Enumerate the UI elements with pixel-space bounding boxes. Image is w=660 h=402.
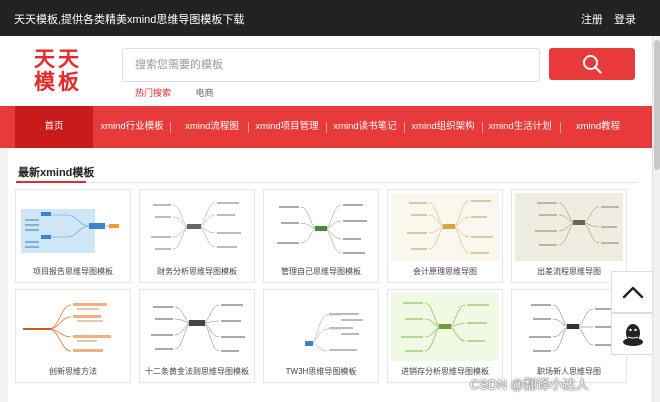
template-card[interactable]: 十二条黄金法则思维导图模板	[139, 289, 255, 383]
nav-item-project[interactable]: xmind项目管理	[250, 106, 324, 148]
scrollbar-thumb[interactable]	[654, 40, 660, 170]
template-title: 项目报告思维导图模板	[33, 267, 113, 276]
nav-divider	[326, 122, 327, 133]
template-title: 十二条黄金法则思维导图模板	[145, 367, 249, 376]
nav-divider	[248, 122, 249, 133]
template-title: 会计原理思维导图	[413, 267, 477, 276]
arrow-up-icon	[622, 286, 644, 299]
hot-search-item[interactable]: 电商	[196, 88, 214, 98]
nav-item-reading[interactable]: xmind读书笔记	[328, 106, 402, 148]
template-title: 财务分析思维导图模板	[157, 267, 237, 276]
qq-contact-button[interactable]	[611, 313, 653, 355]
search-icon	[583, 55, 602, 74]
nav-item-industry[interactable]: xmind行业模板	[96, 106, 168, 148]
template-thumbnail	[143, 293, 251, 361]
logo-line-1: 天天	[34, 47, 82, 71]
template-thumbnail	[267, 293, 375, 361]
content-panel: 最新xmind模板 项目报告思维导图模板 财务分析思维导图模板 管理自己思维导图…	[8, 148, 652, 402]
template-thumbnail	[515, 193, 623, 261]
hot-search-label: 热门搜索	[135, 88, 172, 98]
nav-divider	[170, 122, 171, 133]
main-nav: 首页 xmind行业模板 xmind流程图 xmind项目管理 xmind读书笔…	[0, 106, 652, 148]
template-title: 创新思维方法	[49, 367, 97, 376]
template-thumbnail	[391, 193, 499, 261]
template-thumbnail	[515, 293, 623, 361]
nav-item-flowchart[interactable]: xmind流程图	[172, 106, 252, 148]
register-link[interactable]: 注册	[581, 14, 603, 26]
template-card[interactable]: 进销存分析思维导图模板	[387, 289, 503, 383]
template-title: 出差流程思维导图	[537, 267, 601, 276]
qq-icon	[623, 324, 643, 346]
top-bar: 天天模板,提供各类精美xmind思维导图模板下载 注册 登录	[0, 0, 660, 36]
template-thumbnail	[391, 293, 499, 361]
hot-searches: 热门搜索 电商	[135, 86, 214, 99]
site-tagline: 天天模板,提供各类精美xmind思维导图模板下载	[14, 14, 245, 26]
section-title: 最新xmind模板	[18, 167, 95, 179]
template-card[interactable]: 会计原理思维导图	[387, 189, 503, 283]
back-to-top-button[interactable]	[611, 271, 653, 313]
template-card[interactable]: 管理自己思维导图模板	[263, 189, 379, 283]
search-placeholder: 搜索您需要的模板	[135, 59, 223, 71]
template-card[interactable]: 项目报告思维导图模板	[15, 189, 131, 283]
template-card[interactable]: 职场新人思维导图	[511, 289, 627, 383]
template-thumbnail	[19, 293, 127, 361]
logo-line-2: 模板	[34, 70, 82, 94]
nav-item-home[interactable]: 首页	[15, 106, 93, 148]
watermark: CSDN @翻译小达人	[470, 377, 589, 392]
template-card[interactable]: 创新思维方法	[15, 289, 131, 383]
login-link[interactable]: 登录	[614, 14, 636, 26]
account-links: 注册 登录	[573, 11, 636, 27]
template-card[interactable]: 出差流程思维导图	[511, 189, 627, 283]
template-card[interactable]: TW3H思维导图模板	[263, 289, 379, 383]
search-button[interactable]	[549, 48, 635, 80]
site-logo[interactable]: 天天 模板	[30, 48, 86, 94]
nav-item-life[interactable]: xmind生活计划	[482, 106, 558, 148]
template-thumbnail	[19, 193, 127, 261]
nav-item-org[interactable]: xmind组织架构	[406, 106, 480, 148]
search-input[interactable]: 搜索您需要的模板	[122, 48, 540, 82]
template-title: 管理自己思维导图模板	[281, 267, 361, 276]
section-title-underline	[16, 181, 86, 183]
section-divider	[18, 182, 638, 183]
template-thumbnail	[143, 193, 251, 261]
nav-divider	[560, 122, 561, 133]
header: 天天 模板 搜索您需要的模板 热门搜索 电商	[0, 36, 660, 106]
template-thumbnail	[267, 193, 375, 261]
nav-divider	[404, 122, 405, 133]
template-card[interactable]: 财务分析思维导图模板	[139, 189, 255, 283]
template-title: TW3H思维导图模板	[285, 367, 357, 376]
nav-item-tutorial[interactable]: xmind教程	[562, 106, 634, 148]
